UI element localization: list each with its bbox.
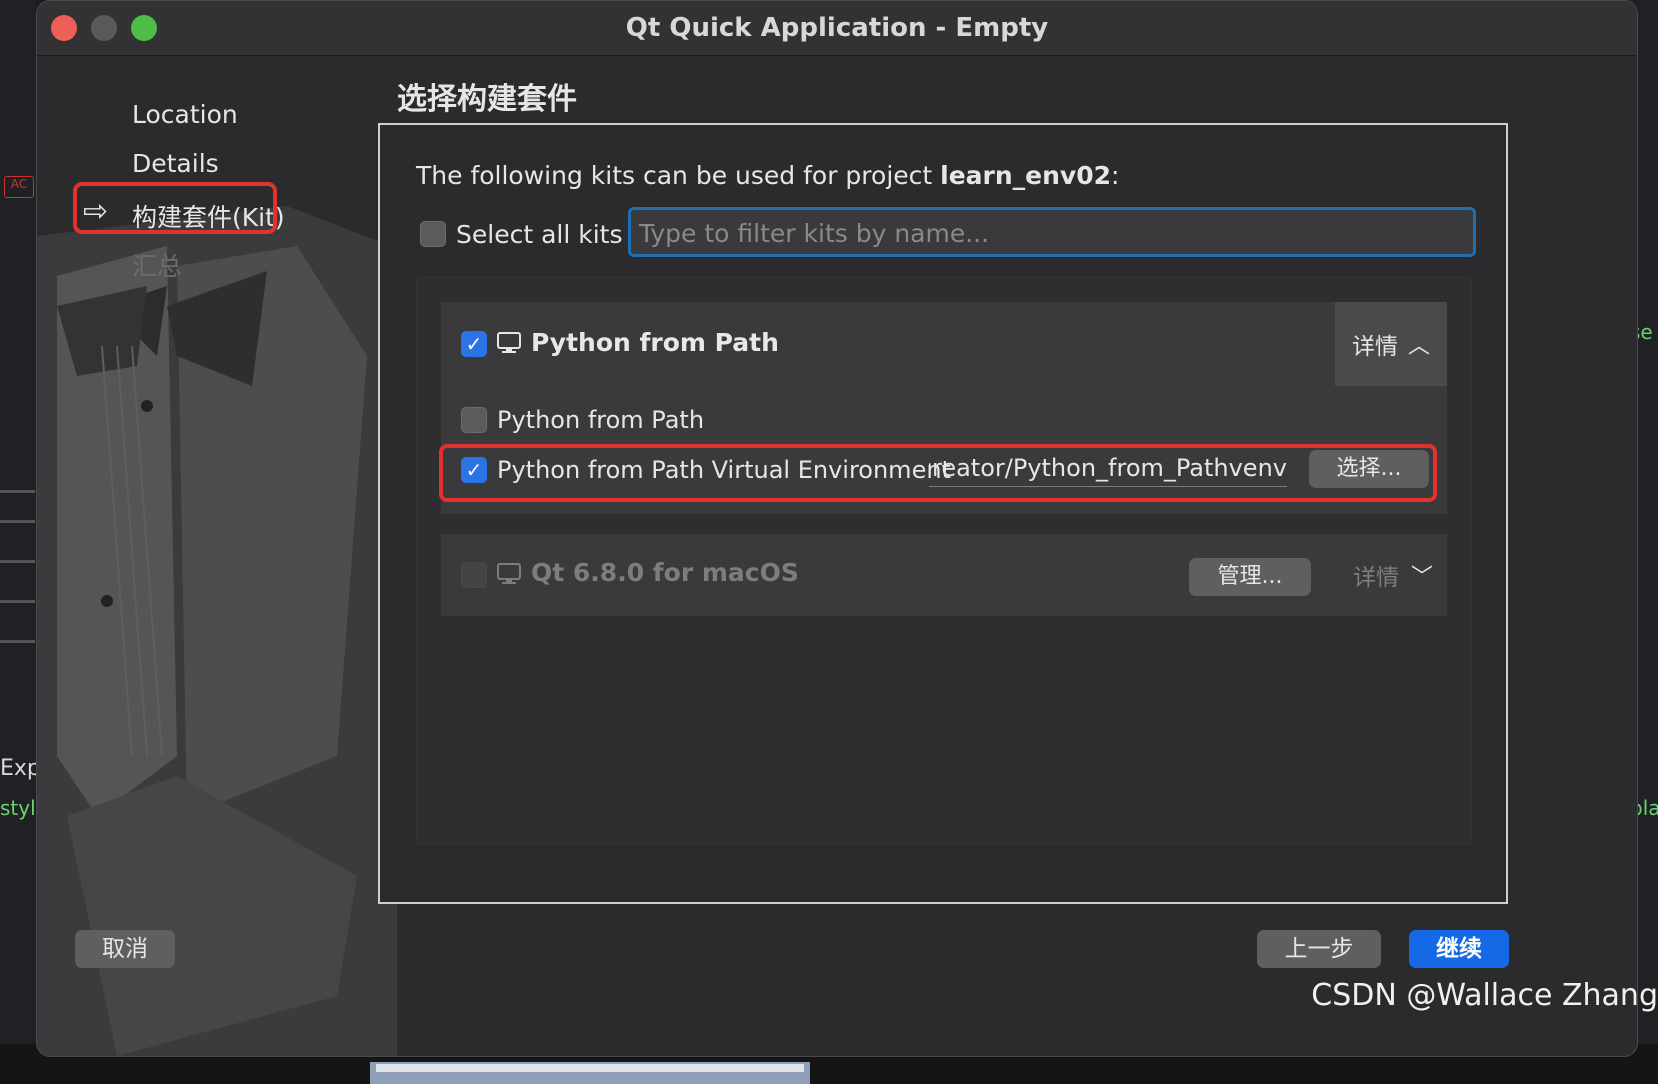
kit-filter-input[interactable] <box>637 214 1469 252</box>
dialog-window: Qt Quick Application - Empty Location De… <box>36 0 1638 1057</box>
window-title: Qt Quick Application - Empty <box>625 13 1049 43</box>
background-code-line <box>0 600 35 603</box>
project-name: learn_env02 <box>940 161 1112 190</box>
venv-option-label: Python from Path Virtual Environment <box>497 456 951 484</box>
background-badge: AC <box>4 176 34 198</box>
background-code-line <box>0 520 35 523</box>
monitor-icon <box>497 563 521 584</box>
kits-list: ✓ Python from Path 详情 ︿ Python from Path <box>416 277 1472 845</box>
step-kit-highlight <box>73 182 277 234</box>
monitor-icon <box>497 332 521 353</box>
background-code-line <box>0 640 35 643</box>
details-label: 详情 <box>1353 565 1399 591</box>
kit-checkbox[interactable] <box>461 562 487 588</box>
background-code-line <box>0 490 35 493</box>
kit-qt-macos: Qt 6.8.0 for macOS 管理... 详情 ﹀ <box>441 534 1447 616</box>
kit-checkbox[interactable]: ✓ <box>461 331 487 357</box>
choose-venv-button[interactable]: 选择... <box>1309 450 1429 488</box>
step-summary: 汇总 <box>132 252 183 281</box>
page-title: 选择构建套件 <box>397 82 577 117</box>
kit-name: Python from Path <box>531 328 779 357</box>
kit-header[interactable]: ✓ Python from Path 详情 ︿ <box>441 302 1447 386</box>
kit-details-toggle[interactable]: 详情 ﹀ <box>1353 558 1433 592</box>
kit-selection-panel: The following kits can be used for proje… <box>378 123 1508 904</box>
chevron-down-icon: ﹀ <box>1411 565 1434 590</box>
title-bar: Qt Quick Application - Empty <box>37 1 1637 56</box>
step-details: Details <box>132 149 219 178</box>
kit-details-toggle[interactable]: 详情 ︿ <box>1335 302 1447 386</box>
select-all-label: Select all kits <box>456 219 623 249</box>
step-location: Location <box>132 100 238 129</box>
intro-text: The following kits can be used for proje… <box>416 161 1119 190</box>
python-option[interactable]: Python from Path <box>461 406 704 434</box>
intro-suffix: : <box>1111 161 1120 190</box>
select-all-checkbox[interactable] <box>420 221 446 247</box>
select-all-kits[interactable]: Select all kits <box>420 219 622 249</box>
background-left-strip <box>0 0 36 1084</box>
background-window-thumbnail-content <box>376 1064 804 1072</box>
venv-path-field[interactable]: tcreator/Python_from_Pathvenv <box>929 454 1287 487</box>
python-option-label: Python from Path <box>497 406 705 434</box>
python-option-checkbox[interactable] <box>461 407 487 433</box>
details-label: 详情 <box>1351 334 1398 360</box>
wizard-sidebar: Location Details ⇨ 构建套件(Kit) 汇总 <box>37 56 397 1056</box>
background-text: Exp <box>0 756 41 781</box>
venv-option-checkbox[interactable]: ✓ <box>461 457 487 483</box>
continue-button[interactable]: 继续 <box>1409 930 1509 968</box>
venv-option[interactable]: ✓ Python from Path Virtual Environment <box>461 456 951 484</box>
watermark: CSDN @Wallace Zhang <box>1311 978 1658 1013</box>
kit-python-from-path: ✓ Python from Path 详情 ︿ Python from Path <box>439 302 1447 514</box>
manage-kit-button[interactable]: 管理... <box>1189 558 1311 596</box>
intro-prefix: The following kits can be used for proje… <box>416 161 941 190</box>
cancel-button[interactable]: 取消 <box>75 930 175 968</box>
kit-filter-field[interactable] <box>628 207 1476 257</box>
background-text: styl <box>0 796 36 820</box>
background-code-line <box>0 560 35 563</box>
kit-name: Qt 6.8.0 for macOS <box>531 558 799 587</box>
back-button[interactable]: 上一步 <box>1257 930 1381 968</box>
chevron-up-icon: ︿ <box>1407 334 1430 359</box>
